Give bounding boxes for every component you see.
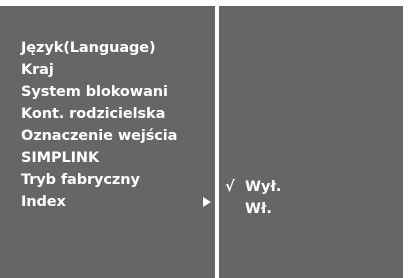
option-on[interactable]: Wł. [225,198,395,220]
menu-item-index[interactable]: Index [21,191,215,213]
check-icon: √ [225,179,235,195]
menu-item-parental-control[interactable]: Kont. rodzicielska [21,103,215,125]
submenu-panel [219,6,403,278]
submenu-options: √ Wył. Wł. [225,176,395,220]
menu-item-label: Index [21,194,66,210]
menu-item-language[interactable]: Język(Language) [21,37,215,59]
menu-list: Język(Language) Kraj System blokowani Ko… [21,37,215,213]
menu-item-label: System blokowani [21,84,168,100]
menu-item-factory-mode[interactable]: Tryb fabryczny [21,169,215,191]
menu-item-label: SIMPLINK [21,150,100,166]
menu-item-label: Kont. rodzicielska [21,106,166,122]
menu-item-lock-system[interactable]: System blokowani [21,81,215,103]
menu-item-input-label[interactable]: Oznaczenie wejścia [21,125,215,147]
arrow-right-icon [203,197,211,207]
menu-item-country[interactable]: Kraj [21,59,215,81]
option-label: Wł. [245,201,272,217]
menu-item-label: Kraj [21,62,54,78]
settings-screen: Język(Language) Kraj System blokowani Ko… [0,0,409,278]
main-menu-panel: Język(Language) Kraj System blokowani Ko… [0,6,215,278]
option-off[interactable]: √ Wył. [225,176,395,198]
menu-item-simplink[interactable]: SIMPLINK [21,147,215,169]
menu-item-label: Język(Language) [21,40,156,56]
option-label: Wył. [245,179,282,195]
menu-item-label: Tryb fabryczny [21,172,140,188]
menu-item-label: Oznaczenie wejścia [21,128,178,144]
